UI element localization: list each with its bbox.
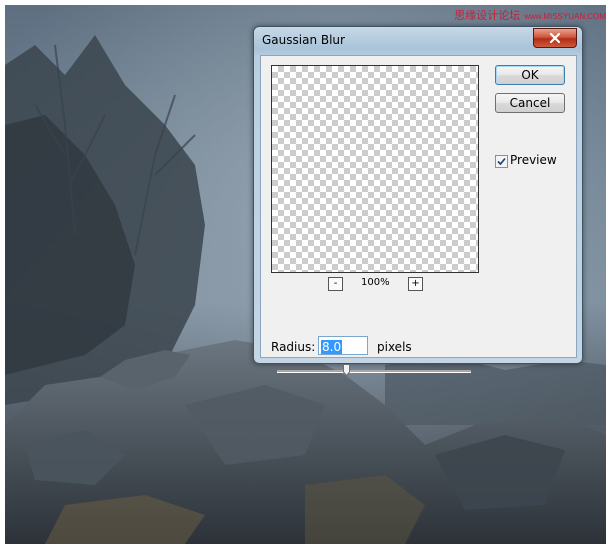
preview-checkbox[interactable] [495, 155, 508, 168]
dialog-body: - 100% + OK Cancel Preview Radius: 8.0 p… [260, 55, 577, 376]
cancel-button[interactable]: Cancel [495, 93, 565, 113]
zoom-out-button[interactable]: - [328, 277, 343, 291]
radius-slider-track[interactable] [277, 370, 471, 373]
watermark-cn: 思缘设计论坛 [454, 10, 521, 22]
preview-label: Preview [510, 153, 557, 167]
radius-unit: pixels [377, 340, 412, 354]
radius-input[interactable]: 8.0 [318, 336, 368, 355]
ok-button[interactable]: OK [495, 65, 565, 85]
close-x-icon [549, 33, 561, 43]
check-icon [497, 157, 506, 166]
dialog-title: Gaussian Blur [262, 33, 345, 47]
dialog-titlebar[interactable]: Gaussian Blur [254, 27, 582, 55]
preview-canvas[interactable] [271, 65, 479, 273]
zoom-level: 100% [361, 277, 390, 288]
gaussian-blur-dialog: Gaussian Blur - 100% + OK Cancel Preview… [253, 26, 583, 376]
radius-value: 8.0 [321, 340, 343, 354]
site-watermark: 思缘设计论坛 www.MISSYUAN.COM [454, 7, 606, 23]
watermark-site: www.MISSYUAN.COM [524, 12, 606, 21]
close-button[interactable] [533, 28, 577, 48]
radius-label: Radius: [271, 340, 316, 354]
radius-slider-thumb[interactable] [343, 364, 351, 376]
zoom-in-button[interactable]: + [408, 277, 423, 291]
